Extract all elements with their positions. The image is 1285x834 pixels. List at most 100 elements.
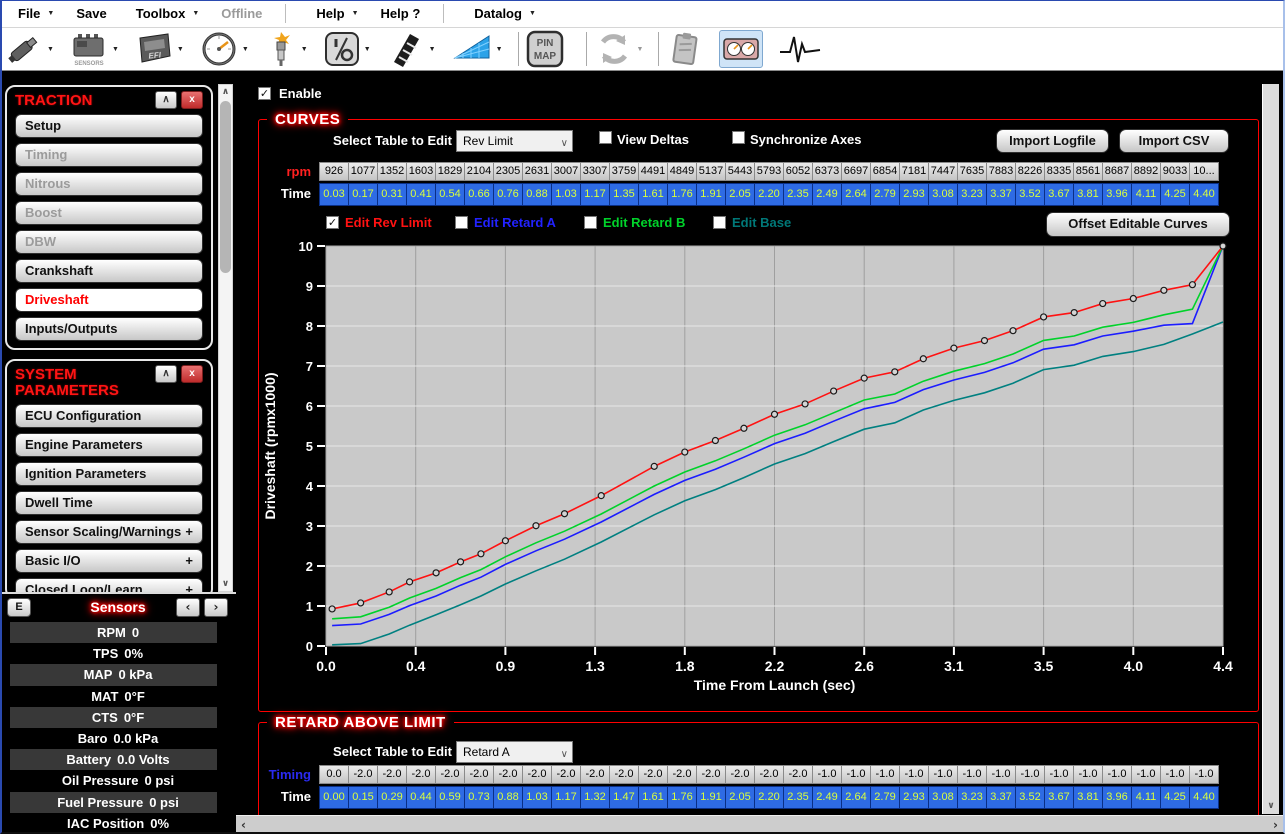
pin-map-tool-button[interactable]: PIN MAP — [526, 30, 564, 68]
timing-cell[interactable]: -2.0 — [436, 766, 465, 783]
time-cell[interactable]: 1.61 — [639, 787, 668, 808]
timing-cell[interactable]: -1.0 — [987, 766, 1016, 783]
time-cell[interactable]: 0.76 — [494, 184, 523, 205]
menu-item[interactable] — [443, 4, 444, 23]
time-cell[interactable]: 2.64 — [842, 787, 871, 808]
traction-nav-button[interactable]: Nitrous — [15, 172, 203, 196]
time-cell[interactable]: 1.76 — [668, 184, 697, 205]
rpm-cell[interactable]: 926 — [320, 163, 349, 180]
timing-cell[interactable]: -2.0 — [639, 766, 668, 783]
menu-item[interactable]: Help ▼ — [312, 6, 362, 21]
time-cell[interactable]: 4.11 — [1132, 787, 1161, 808]
time-cell[interactable]: 4.40 — [1190, 787, 1219, 808]
edit-curve-checkbox[interactable]: ✓ — [326, 216, 339, 229]
time-cell[interactable]: 4.40 — [1190, 184, 1219, 205]
timing-cell[interactable]: -2.0 — [494, 766, 523, 783]
sensors-next-button[interactable]: › — [204, 598, 228, 617]
menu-item[interactable]: Help ? — [377, 6, 432, 21]
menu-item[interactable]: Toolbox ▼ — [132, 6, 204, 21]
rpm-cell[interactable]: 8561 — [1074, 163, 1103, 180]
rpm-cell[interactable]: 9033 — [1161, 163, 1190, 180]
import-logfile-button[interactable]: Import Logfile — [996, 129, 1109, 153]
time-cell[interactable]: 3.23 — [958, 787, 987, 808]
timing-cell[interactable]: -1.0 — [1074, 766, 1103, 783]
time-cell[interactable]: 1.03 — [523, 787, 552, 808]
scroll-down-icon[interactable]: ∨ — [1263, 800, 1279, 812]
time-cell[interactable]: 0.88 — [523, 184, 552, 205]
time-cell[interactable]: 2.79 — [871, 787, 900, 808]
timing-cell[interactable]: -2.0 — [581, 766, 610, 783]
time-cell[interactable]: 0.54 — [436, 184, 465, 205]
datalog-clipboard-tool-button[interactable] — [666, 30, 704, 68]
timing-cell[interactable]: -2.0 — [726, 766, 755, 783]
rpm-cell[interactable]: 8687 — [1103, 163, 1132, 180]
traction-nav-button[interactable]: Crankshaft — [15, 259, 203, 283]
table-select-dropdown[interactable]: Rev Limit ∨ — [456, 130, 573, 152]
curve-point-marker[interactable] — [951, 345, 957, 351]
rpm-cell[interactable]: 7447 — [929, 163, 958, 180]
time-cell[interactable]: 0.44 — [407, 787, 436, 808]
close-panel-button[interactable]: x — [181, 365, 203, 383]
time-cell[interactable]: 2.79 — [871, 184, 900, 205]
rpm-cell[interactable]: 1829 — [436, 163, 465, 180]
gauge-tool-button[interactable]: ▼ — [199, 30, 249, 68]
time-cell[interactable]: 2.49 — [813, 184, 842, 205]
menu-item[interactable]: Save — [72, 6, 117, 21]
time-cell[interactable]: 0.17 — [349, 184, 378, 205]
curve-point-marker[interactable] — [981, 338, 987, 344]
timing-cell[interactable]: -1.0 — [1045, 766, 1074, 783]
rpm-cell[interactable]: 5793 — [755, 163, 784, 180]
table-select-dropdown[interactable]: Retard A ∨ — [456, 741, 573, 763]
time-cell[interactable]: 3.81 — [1074, 184, 1103, 205]
time-cell[interactable]: 2.64 — [842, 184, 871, 205]
time-cell[interactable]: 0.31 — [378, 184, 407, 205]
curve-point-marker[interactable] — [598, 493, 604, 499]
scrollbar-thumb[interactable] — [220, 101, 231, 273]
curve-point-marker[interactable] — [772, 411, 778, 417]
time-cell[interactable]: 2.05 — [726, 184, 755, 205]
time-cell[interactable]: 0.15 — [349, 787, 378, 808]
scroll-up-icon[interactable]: ∧ — [219, 86, 232, 98]
time-cell[interactable]: 1.76 — [668, 787, 697, 808]
timing-cell[interactable]: -1.0 — [1161, 766, 1190, 783]
curve-point-marker[interactable] — [1220, 243, 1226, 249]
rpm-cell[interactable]: 5443 — [726, 163, 755, 180]
scroll-right-icon[interactable]: › — [1273, 818, 1278, 832]
timing-cell[interactable]: -2.0 — [668, 766, 697, 783]
traction-nav-button[interactable]: Setup — [15, 114, 203, 138]
time-cell[interactable]: 1.91 — [697, 184, 726, 205]
rpm-cell[interactable]: 6697 — [842, 163, 871, 180]
rpm-cell[interactable]: 10... — [1190, 163, 1219, 180]
time-cell[interactable]: 1.91 — [697, 787, 726, 808]
curve-point-marker[interactable] — [478, 551, 484, 557]
sensors-prev-button[interactable]: ‹ — [176, 598, 200, 617]
rpm-cell[interactable]: 8892 — [1132, 163, 1161, 180]
rpm-cell[interactable]: 3307 — [581, 163, 610, 180]
rpm-cell[interactable]: 4491 — [639, 163, 668, 180]
rpm-cell[interactable]: 6052 — [784, 163, 813, 180]
waveform-tool-button[interactable] — [778, 30, 822, 68]
time-cell[interactable]: 0.03 — [320, 184, 349, 205]
time-cell[interactable]: 1.17 — [552, 787, 581, 808]
time-cell[interactable]: 3.23 — [958, 184, 987, 205]
sync-tool-button[interactable]: ▼ — [594, 29, 644, 69]
time-cell[interactable]: 1.17 — [581, 184, 610, 205]
main-horizontal-scrollbar[interactable]: ‹ › — [236, 815, 1283, 833]
traction-nav-button[interactable]: Boost — [15, 201, 203, 225]
rpm-cell[interactable]: 3007 — [552, 163, 581, 180]
time-cell[interactable]: 2.35 — [784, 787, 813, 808]
system-nav-button[interactable]: Dwell Time — [15, 491, 203, 515]
system-nav-button[interactable]: Sensor Scaling/Warnings + — [15, 520, 203, 544]
rpm-cell[interactable]: 8335 — [1045, 163, 1074, 180]
timing-cell[interactable]: -1.0 — [900, 766, 929, 783]
time-cell[interactable]: 2.49 — [813, 787, 842, 808]
traction-nav-button[interactable]: Driveshaft — [15, 288, 203, 312]
time-cell[interactable]: 3.96 — [1103, 787, 1132, 808]
collapse-panel-button[interactable]: ∧ — [155, 91, 177, 109]
scroll-down-icon[interactable]: ∨ — [219, 578, 232, 590]
time-cell[interactable]: 3.37 — [987, 184, 1016, 205]
timing-cell[interactable]: -2.0 — [349, 766, 378, 783]
time-cell[interactable]: 3.52 — [1016, 184, 1045, 205]
time-cell[interactable]: 1.61 — [639, 184, 668, 205]
timing-cell[interactable]: -1.0 — [958, 766, 987, 783]
